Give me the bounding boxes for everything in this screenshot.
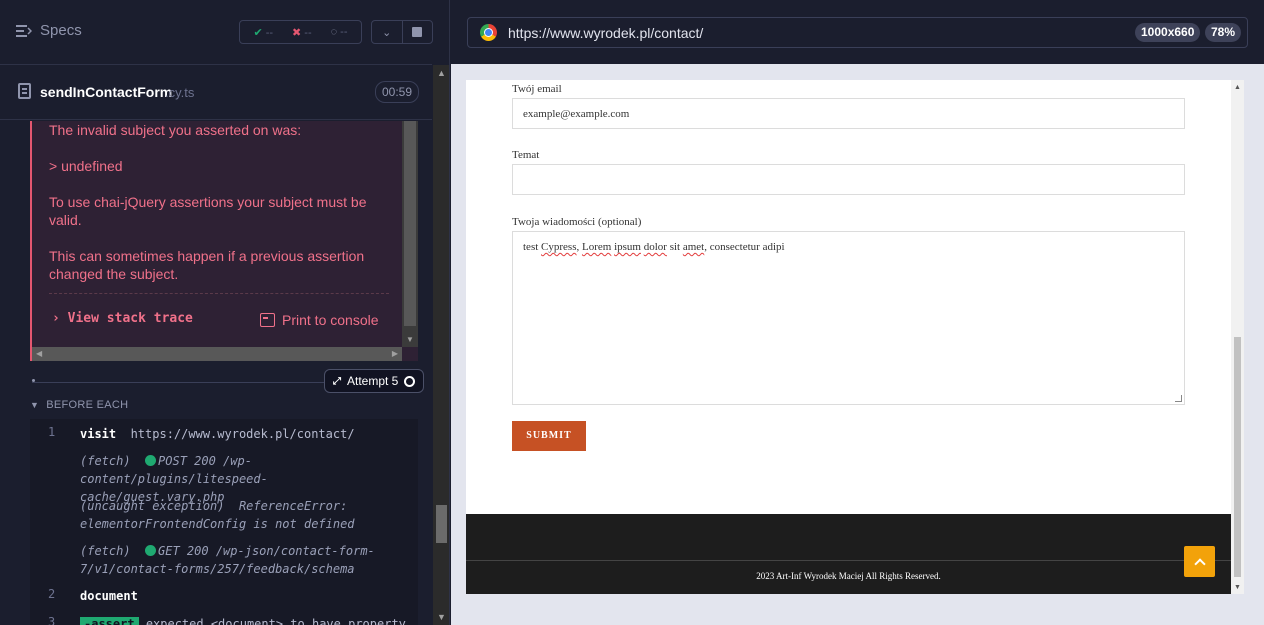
- message-textarea[interactable]: test Cypress, Lorem ipsum dolor sit amet…: [512, 231, 1185, 405]
- run-controls: ⌄: [371, 20, 433, 44]
- chevron-up-icon: [1193, 557, 1206, 570]
- email-label: Twój email: [512, 83, 562, 95]
- specs-list-icon: [16, 24, 32, 37]
- error-line: This can sometimes happen if a previous …: [49, 248, 365, 282]
- command-name: visit: [80, 427, 117, 441]
- footer-divider: [466, 560, 1231, 561]
- stop-button[interactable]: [403, 21, 433, 43]
- error-message-box: The invalid subject you asserted on was:…: [30, 121, 418, 361]
- assert-badge: -assert: [80, 617, 139, 625]
- command-name: (fetch): [80, 454, 131, 468]
- error-line: > undefined: [49, 158, 123, 174]
- email-field[interactable]: example@example.com: [512, 98, 1185, 129]
- chrome-icon: [480, 24, 497, 41]
- app-under-test-panel: https://www.wyrodek.pl/contact/ 1000x660…: [451, 0, 1264, 625]
- before-each-hook-header[interactable]: ▼ BEFORE EACH: [30, 399, 128, 411]
- spec-file-row[interactable]: sendInContactForm .cy.ts 00:59: [0, 65, 432, 120]
- scroll-down-arrow-icon[interactable]: ▼: [437, 612, 446, 622]
- pending-stat: ◌ --: [330, 26, 348, 38]
- expand-tests-button[interactable]: ⌄: [372, 21, 403, 43]
- scrollbar-thumb[interactable]: [404, 121, 416, 326]
- command-number: 3: [48, 615, 56, 625]
- specs-toggle[interactable]: Specs: [16, 22, 82, 39]
- command-name: (uncaught exception): [80, 499, 225, 513]
- terminal-icon: [260, 313, 275, 327]
- error-line: To use chai-jQuery assertions your subje…: [49, 194, 367, 228]
- reporter-panel: Specs ✔ -- ✖ -- ◌ -- ⌄ sendInContactForm…: [0, 0, 450, 625]
- success-dot-icon: [145, 545, 157, 556]
- message-label: Twoja wiadomości (optional): [512, 216, 642, 228]
- file-icon: [18, 83, 31, 99]
- success-dot-icon: [145, 455, 157, 466]
- test-stats: ✔ -- ✖ -- ◌ --: [239, 20, 362, 44]
- scrollbar-thumb[interactable]: [436, 505, 447, 543]
- aut-header: https://www.wyrodek.pl/contact/ 1000x660…: [451, 0, 1264, 64]
- resize-handle-icon[interactable]: [1175, 395, 1182, 402]
- command-number: 2: [48, 587, 56, 601]
- error-text: The invalid subject you asserted on was:…: [49, 121, 389, 301]
- print-to-console-button[interactable]: Print to console: [260, 312, 379, 328]
- subject-label: Temat: [512, 149, 540, 161]
- chevron-down-icon: ⌄: [382, 26, 392, 39]
- spec-file-ext: .cy.ts: [165, 85, 195, 100]
- scroll-up-arrow-icon[interactable]: ▲: [437, 68, 446, 78]
- command-name: (fetch): [80, 544, 131, 558]
- command-message: expected <document> to have property: [145, 617, 406, 625]
- scrollbar-thumb[interactable]: [1234, 337, 1241, 577]
- chevron-right-icon: ›: [52, 311, 60, 326]
- viewport-size-badge[interactable]: 1000x660: [1135, 23, 1201, 42]
- zoom-level-badge[interactable]: 78%: [1205, 23, 1242, 42]
- collapse-icon: ⤢: [333, 375, 341, 387]
- subject-field[interactable]: [512, 164, 1185, 195]
- spec-duration: 00:59: [375, 81, 420, 103]
- scroll-down-arrow-icon[interactable]: ▼: [406, 335, 414, 344]
- specs-label: Specs: [40, 22, 82, 39]
- footer-copyright: 2023 Art-Inf Wyrodek Maciej All Rights R…: [756, 571, 941, 581]
- aut-iframe: Twój email example@example.com Temat Two…: [466, 80, 1244, 594]
- view-stack-trace-button[interactable]: › View stack trace: [52, 311, 193, 326]
- url-text[interactable]: https://www.wyrodek.pl/contact/: [508, 25, 703, 41]
- scroll-up-arrow-icon[interactable]: ▲: [1234, 83, 1241, 91]
- command-name: document: [80, 589, 138, 603]
- error-line: The invalid subject you asserted on was:: [49, 122, 302, 138]
- x-icon: ✖: [292, 26, 302, 39]
- failed-stat: ✖ --: [292, 26, 312, 39]
- attempt-toggle[interactable]: ⤢ Attempt 5: [324, 369, 425, 393]
- error-horizontal-scrollbar[interactable]: ◀ ▶: [32, 347, 402, 361]
- chevron-down-icon: ▼: [30, 400, 40, 410]
- reporter-header: Specs ✔ -- ✖ -- ◌ -- ⌄: [0, 0, 433, 65]
- command-number: 1: [48, 425, 56, 439]
- check-icon: ✔: [253, 26, 263, 39]
- scroll-left-arrow-icon[interactable]: ◀: [36, 349, 42, 358]
- reporter-scrollbar[interactable]: ▲ ▼: [433, 65, 449, 625]
- error-vertical-scrollbar[interactable]: ▼: [402, 121, 418, 347]
- scroll-down-arrow-icon[interactable]: ▼: [1234, 583, 1241, 591]
- scroll-right-arrow-icon[interactable]: ▶: [392, 349, 398, 358]
- aut-scrollbar[interactable]: ▲ ▼: [1231, 80, 1244, 594]
- error-divider: [49, 293, 389, 294]
- pending-ring-icon: ◌: [330, 26, 338, 38]
- stop-icon: [412, 27, 423, 37]
- spinner-icon: [404, 375, 416, 387]
- command-log: 1 visit https://www.wyrodek.pl/contact/ …: [30, 419, 418, 625]
- cypress-runner: Specs ✔ -- ✖ -- ◌ -- ⌄ sendInContactForm…: [0, 0, 1264, 625]
- url-bar[interactable]: https://www.wyrodek.pl/contact/ 1000x660…: [467, 17, 1248, 48]
- scroll-to-top-button[interactable]: [1184, 546, 1215, 577]
- passed-stat: ✔ --: [253, 26, 274, 39]
- spec-file-name: sendInContactForm: [40, 84, 173, 100]
- command-message: https://www.wyrodek.pl/contact/: [130, 427, 355, 441]
- site-footer: 2023 Art-Inf Wyrodek Maciej All Rights R…: [466, 514, 1231, 594]
- submit-button[interactable]: SUBMIT: [512, 421, 586, 451]
